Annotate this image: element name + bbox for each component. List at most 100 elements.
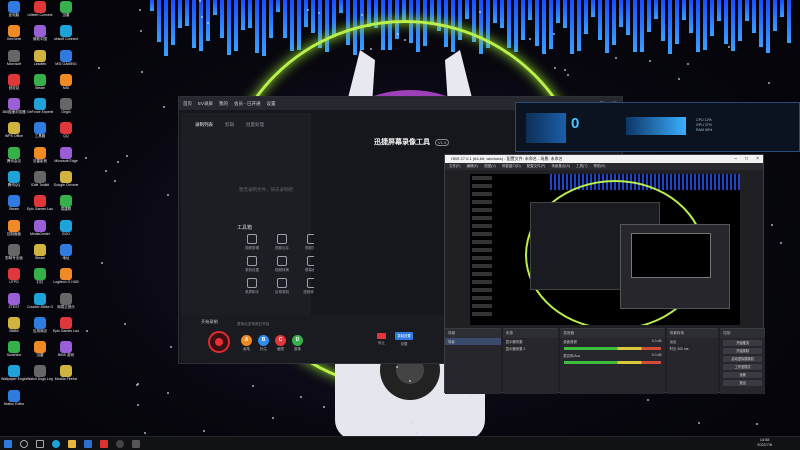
desktop-icon[interactable]: QQ bbox=[53, 121, 79, 145]
desktop-icon[interactable]: 迅雷 bbox=[53, 0, 79, 24]
desktop-icon[interactable]: Logitech G HUB bbox=[53, 267, 79, 291]
desktop-icon[interactable]: MediaCenter bbox=[27, 219, 53, 243]
desktop-icon[interactable]: GeeSeek bbox=[1, 24, 27, 48]
desktop-icon[interactable]: Counter-Strike Global Offensive bbox=[27, 292, 53, 316]
desktop-icon[interactable]: Google Chrome bbox=[53, 170, 79, 194]
tool-chip[interactable]: D 摄像 bbox=[292, 335, 303, 352]
obs-menu-item[interactable]: 帮助(H) bbox=[594, 163, 606, 170]
close-icon[interactable]: × bbox=[756, 155, 759, 163]
desktop-icon[interactable]: 应用商店 bbox=[27, 316, 53, 340]
desktop-icon[interactable]: GeForce Experience bbox=[27, 97, 53, 121]
tool-item[interactable]: 区域录制 bbox=[267, 278, 297, 295]
desktop-icon[interactable]: 地址 bbox=[53, 243, 79, 267]
desktop-icon[interactable]: IObit Toolkit bbox=[27, 170, 53, 194]
store-icon[interactable] bbox=[84, 439, 92, 448]
scene-item[interactable]: 场景 bbox=[445, 338, 501, 345]
title-tab[interactable]: 我的 bbox=[219, 101, 228, 107]
exit-button[interactable]: 退出 bbox=[723, 380, 762, 386]
desktop-icon[interactable]: BiliBili bbox=[1, 316, 27, 340]
desktop-icon[interactable]: Epic Games Launcher bbox=[53, 316, 79, 340]
obs-menu-item[interactable]: 编辑(E) bbox=[466, 163, 478, 170]
desktop-icon[interactable]: 微软中国 bbox=[27, 24, 53, 48]
virtual-camera-button[interactable]: 启动虚拟摄像机 bbox=[723, 356, 762, 362]
obs-menu-item[interactable]: 文件(F) bbox=[449, 163, 460, 170]
desktop-icon[interactable]: MSI GAMING bbox=[53, 49, 79, 73]
obs-taskbar-icon[interactable] bbox=[116, 439, 124, 448]
volume-meter[interactable] bbox=[564, 361, 661, 364]
desktop-icon[interactable]: 迅雷影音 bbox=[27, 146, 53, 170]
tab-batch[interactable]: 批量处理 bbox=[246, 122, 264, 128]
obs-menu-item[interactable]: 工具(T) bbox=[576, 163, 587, 170]
app-taskbar-icon[interactable] bbox=[132, 439, 140, 448]
tool-item[interactable]: 视频合并 bbox=[267, 234, 297, 251]
title-tab[interactable]: EV录屏 bbox=[198, 101, 213, 107]
desktop-icon[interactable]: 易建联 bbox=[53, 194, 79, 218]
volume-meter[interactable] bbox=[564, 347, 661, 350]
obs-window[interactable]: OBS 27.0.1 (64-bit, windows) - 配置文件: 未命名… bbox=[444, 154, 765, 394]
desktop-icon[interactable]: ubisoft Connect bbox=[53, 24, 79, 48]
source-item[interactable]: 显示器采集 2 bbox=[503, 345, 559, 352]
studio-mode-button[interactable]: 工作室模式 bbox=[723, 364, 762, 370]
desktop-icon[interactable]: 腾讯会议 bbox=[1, 146, 27, 170]
desktop-icon[interactable]: Watch Dogs Legion bbox=[27, 364, 53, 388]
desktop-icon[interactable]: 此电脑 bbox=[1, 0, 27, 24]
desktop-icon[interactable]: Steam bbox=[27, 73, 53, 97]
desktop-icon[interactable]: Sunshine bbox=[1, 340, 27, 364]
desktop-icon[interactable]: 剪映专业版 bbox=[1, 243, 27, 267]
tool-item[interactable]: 录屏助手 bbox=[237, 278, 267, 295]
source-item[interactable]: 显示器采集 bbox=[503, 338, 559, 345]
transition-select[interactable]: 淡出 bbox=[667, 338, 719, 345]
desktop-icon[interactable]: GOG bbox=[53, 219, 79, 243]
desktop-icon[interactable]: WPS Office bbox=[1, 121, 27, 145]
search-icon[interactable] bbox=[20, 439, 28, 448]
desktop-icon[interactable]: Lilibiert Connect bbox=[27, 0, 53, 24]
tool-chip[interactable]: B 标注 bbox=[258, 335, 269, 352]
tool-item[interactable]: 录制设置 bbox=[237, 256, 267, 273]
obs-menu-item[interactable]: 停靠窗口(D) bbox=[502, 163, 521, 170]
maximize-icon[interactable]: □ bbox=[745, 155, 748, 163]
desktop-icon[interactable]: Motion Editor bbox=[1, 389, 27, 413]
start-streaming-button[interactable]: 开始推流 bbox=[723, 340, 762, 346]
tool-chip[interactable]: A 画笔 bbox=[241, 335, 252, 352]
taskbar-clock[interactable]: 14:58 2022/7/8 bbox=[757, 438, 772, 448]
desktop-icon[interactable]: 回收站 bbox=[1, 73, 27, 97]
tool-item[interactable]: 视频转换 bbox=[267, 256, 297, 273]
obs-menu-item[interactable]: 视图(V) bbox=[484, 163, 496, 170]
stop-button[interactable]: 停止 bbox=[377, 333, 386, 346]
recorder-taskbar-icon[interactable] bbox=[100, 439, 108, 448]
start-icon[interactable] bbox=[4, 439, 12, 448]
desktop-icon[interactable]: Microsoft bbox=[1, 49, 27, 73]
title-tab[interactable]: 设置 bbox=[267, 101, 276, 107]
desktop-icon[interactable]: Leadtek bbox=[27, 49, 53, 73]
tab-edit[interactable]: 剪辑 bbox=[225, 122, 234, 128]
desktop-icon[interactable]: ZTEST bbox=[1, 292, 27, 316]
desktop-icon[interactable]: 迅雷 bbox=[27, 340, 53, 364]
desktop-icon[interactable]: Origin bbox=[53, 97, 79, 121]
desktop-icon[interactable]: Epic Games Launcher bbox=[27, 194, 53, 218]
edge-icon[interactable] bbox=[52, 439, 60, 448]
desktop-icon[interactable]: 钉钉 bbox=[27, 267, 53, 291]
obs-menu-item[interactable]: 配置文件(P) bbox=[527, 163, 546, 170]
title-tab[interactable]: 会员 - 已开通 bbox=[234, 101, 261, 107]
desktop-icon[interactable]: 工具箱 bbox=[27, 121, 53, 145]
title-tab[interactable]: 首页 bbox=[183, 101, 192, 107]
tool-chip[interactable]: C 截图 bbox=[275, 335, 286, 352]
tool-item[interactable]: 视频剪辑 bbox=[237, 234, 267, 251]
tab-record-list[interactable]: 录制列表 bbox=[195, 122, 213, 128]
start-recording-button[interactable]: 开始录制 bbox=[723, 348, 762, 354]
record-settings-button[interactable]: 录制设置 设置 bbox=[395, 332, 413, 347]
desktop-icon[interactable]: Steam bbox=[1, 194, 27, 218]
minimize-icon[interactable]: – bbox=[734, 155, 737, 163]
desktop-icon[interactable]: Wallpaper Engine bbox=[1, 364, 27, 388]
desktop-icon[interactable]: UTPD bbox=[1, 267, 27, 291]
desktop-icon[interactable]: 控制面板 bbox=[1, 219, 27, 243]
obs-preview[interactable] bbox=[470, 174, 740, 325]
desktop-icon[interactable]: Mozilla Firefox bbox=[53, 364, 79, 388]
desktop-icon[interactable]: 360极速浏览器 bbox=[1, 97, 27, 121]
settings-button[interactable]: 设置 bbox=[723, 372, 762, 378]
desktop-icon[interactable]: MSI bbox=[53, 73, 79, 97]
desktop-icon[interactable]: 腾讯QQ bbox=[1, 170, 27, 194]
task-view-icon[interactable] bbox=[36, 439, 44, 448]
obs-menu-item[interactable]: 场景集合(S) bbox=[551, 163, 570, 170]
desktop-icon[interactable]: Microsoft Edge bbox=[53, 146, 79, 170]
